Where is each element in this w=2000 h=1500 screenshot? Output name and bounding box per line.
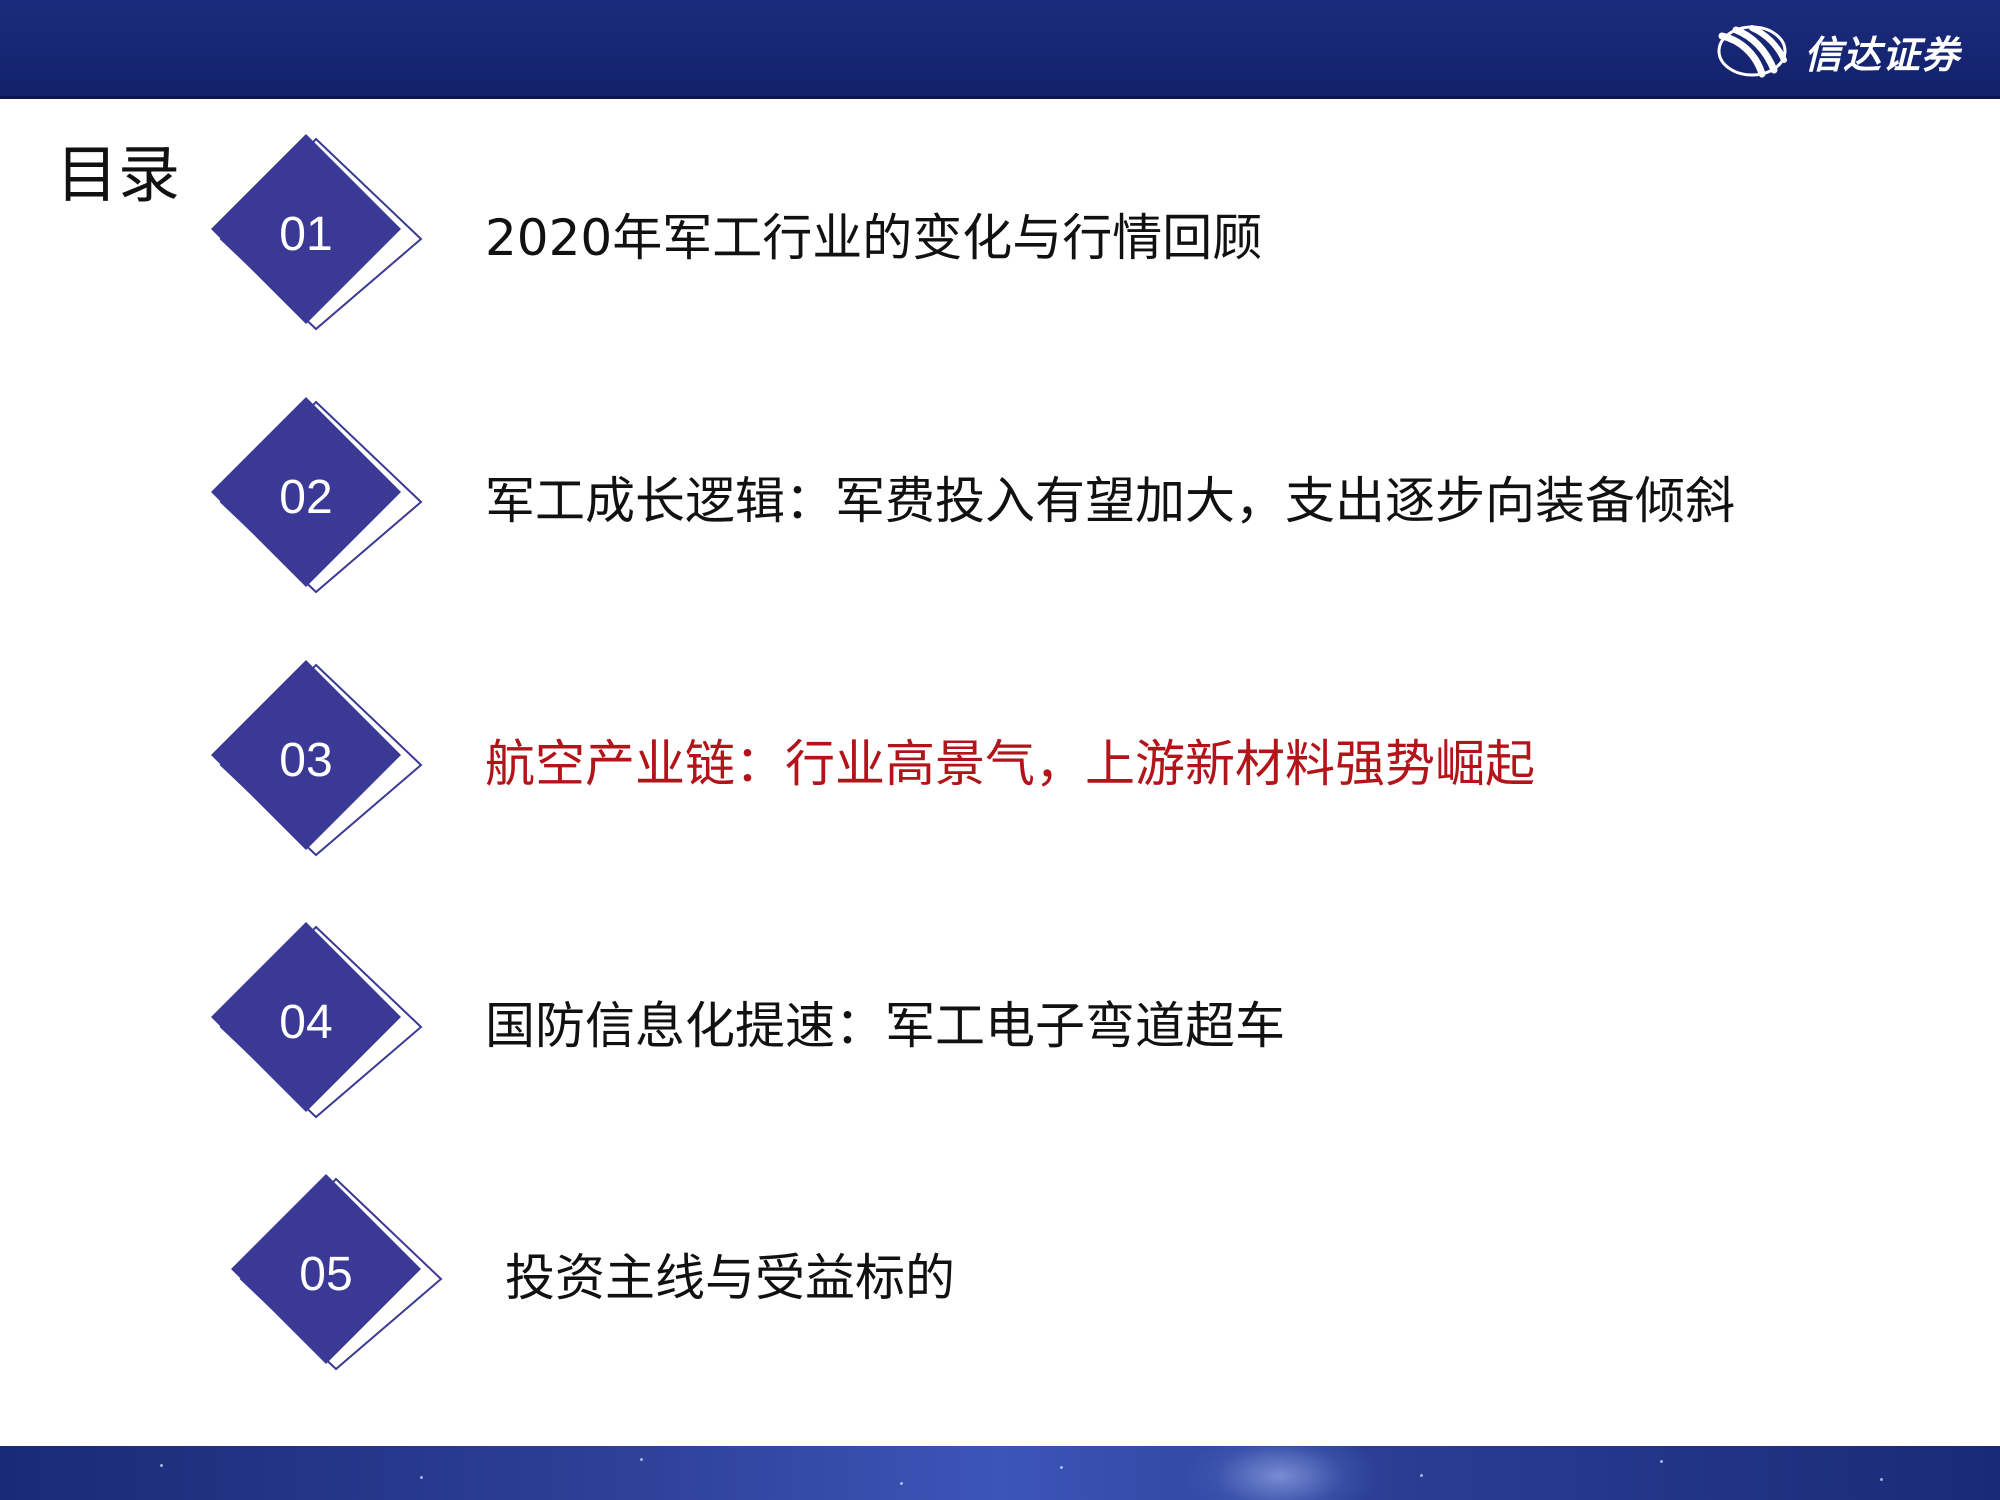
number-diamond: 01: [206, 134, 426, 334]
footer-glow: [1180, 1446, 1380, 1500]
toc-item-05[interactable]: 05 投资主线与受益标的: [0, 1174, 2000, 1374]
brand-name: 信达证券: [1803, 32, 1960, 77]
footer-bar: [0, 1446, 2000, 1500]
brand-logo[interactable]: 信达证券: [1716, 24, 1960, 78]
item-number: 03: [279, 733, 333, 787]
item-label: 投资主线与受益标的: [505, 1249, 955, 1307]
footer-star: [900, 1482, 903, 1485]
xinda-swoosh-logo-icon: [1717, 25, 1787, 78]
item-number: 04: [279, 995, 333, 1049]
number-diamond: 05: [226, 1174, 446, 1374]
toc-item-03[interactable]: 03 航空产业链：行业高景气，上游新材料强势崛起: [0, 660, 2000, 860]
toc-item-02[interactable]: 02 军工成长逻辑：军费投入有望加大，支出逐步向装备倾斜: [0, 397, 2000, 597]
item-label: 国防信息化提速：军工电子弯道超车: [485, 997, 1285, 1055]
item-number: 01: [279, 207, 333, 261]
item-number: 05: [299, 1247, 353, 1301]
number-diamond: 03: [206, 660, 426, 860]
item-number: 02: [279, 470, 333, 524]
number-diamond: 02: [206, 397, 426, 597]
item-label: 2020年军工行业的变化与行情回顾: [485, 209, 1263, 267]
footer-star: [1420, 1474, 1423, 1477]
toc-item-04[interactable]: 04 国防信息化提速：军工电子弯道超车: [0, 922, 2000, 1122]
toc-item-01[interactable]: 01 2020年军工行业的变化与行情回顾: [0, 134, 2000, 334]
footer-star: [420, 1476, 423, 1479]
item-label: 军工成长逻辑：军费投入有望加大，支出逐步向装备倾斜: [485, 472, 1735, 530]
header-bar: 信达证券: [0, 0, 2000, 99]
item-label-active: 航空产业链：行业高景气，上游新材料强势崛起: [485, 735, 1535, 793]
footer-star: [1880, 1478, 1883, 1481]
footer-star: [640, 1458, 643, 1461]
number-diamond: 04: [206, 922, 426, 1122]
footer-star: [1060, 1466, 1063, 1469]
footer-star: [1660, 1460, 1663, 1463]
footer-star: [160, 1464, 163, 1467]
